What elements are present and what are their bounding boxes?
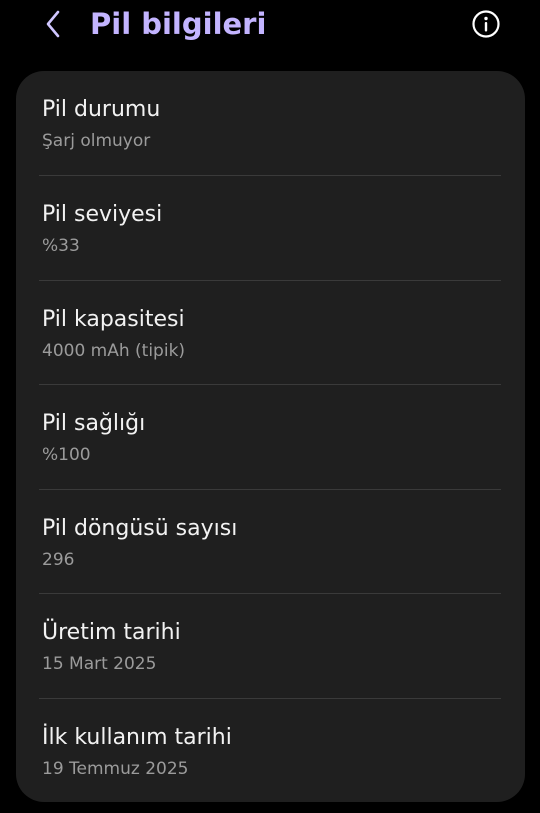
item-value: Şarj olmuyor	[42, 131, 151, 151]
item-value: 19 Temmuz 2025	[42, 759, 189, 779]
list-item-first-use-date[interactable]: İlk kullanım tarihi 19 Temmuz 2025	[16, 699, 525, 802]
item-value: 15 Mart 2025	[42, 654, 157, 674]
item-label: Pil durumu	[42, 97, 161, 122]
item-value: 4000 mAh (tipik)	[42, 341, 186, 361]
list-item-battery-level[interactable]: Pil seviyesi %33	[16, 176, 525, 280]
item-value: %33	[42, 236, 80, 256]
info-circle-icon	[472, 10, 500, 38]
list-item-battery-health[interactable]: Pil sağlığı %100	[16, 385, 525, 489]
item-label: İlk kullanım tarihi	[42, 725, 232, 750]
item-value: 296	[42, 550, 75, 570]
back-button[interactable]	[36, 6, 70, 42]
chevron-left-icon	[46, 10, 60, 38]
item-value: %100	[42, 445, 91, 465]
list-item-battery-status[interactable]: Pil durumu Şarj olmuyor	[16, 71, 525, 175]
battery-info-card: Pil durumu Şarj olmuyor Pil seviyesi %33…	[16, 71, 525, 802]
item-label: Pil kapasitesi	[42, 307, 185, 332]
list-item-cycle-count[interactable]: Pil döngüsü sayısı 296	[16, 490, 525, 594]
list-item-manufacture-date[interactable]: Üretim tarihi 15 Mart 2025	[16, 594, 525, 698]
item-label: Pil sağlığı	[42, 411, 146, 436]
list-item-battery-capacity[interactable]: Pil kapasitesi 4000 mAh (tipik)	[16, 281, 525, 385]
top-app-bar: Pil bilgileri	[0, 0, 540, 56]
page-title: Pil bilgileri	[90, 7, 267, 41]
info-button[interactable]	[470, 8, 502, 40]
item-label: Üretim tarihi	[42, 620, 181, 645]
item-label: Pil seviyesi	[42, 202, 163, 227]
item-label: Pil döngüsü sayısı	[42, 516, 238, 541]
